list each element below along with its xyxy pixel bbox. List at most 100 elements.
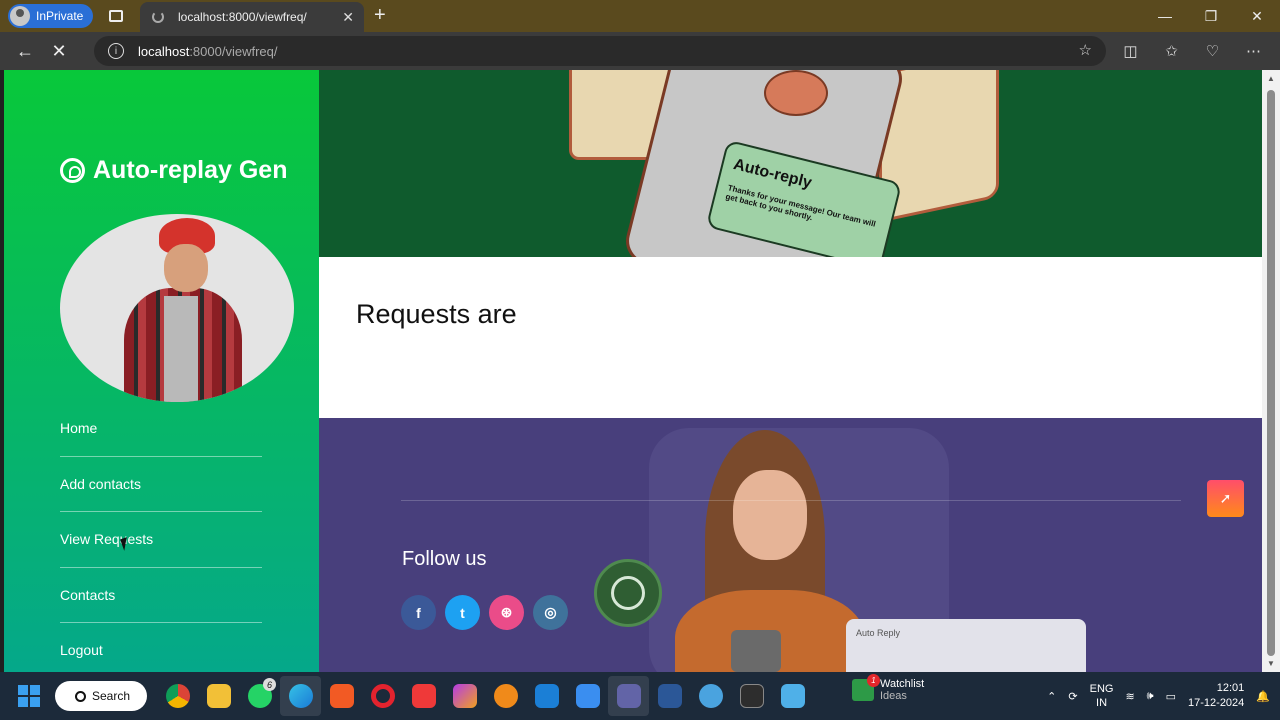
opera-icon[interactable] xyxy=(362,676,403,716)
woman-face xyxy=(733,470,807,560)
show-hidden-icons-icon[interactable]: ⌃ xyxy=(1047,690,1056,703)
auto-reply-chat-title: Auto Reply xyxy=(856,628,901,638)
restore-icon[interactable]: ❐ xyxy=(1188,0,1234,32)
more-menu-icon[interactable]: ⋯ xyxy=(1233,36,1274,66)
clock-time: 12:01 xyxy=(1216,682,1245,694)
language-code: ENG xyxy=(1089,683,1114,695)
weather-icon[interactable] xyxy=(690,676,731,716)
address-host: localhost xyxy=(138,43,190,59)
stop-loading-icon[interactable]: ✕ xyxy=(42,36,76,66)
brave-icon[interactable] xyxy=(321,676,362,716)
brand-name: Auto-replay Gen xyxy=(93,156,288,184)
whatsapp-badge: 6 xyxy=(263,678,276,691)
sidebar-item-add-contacts[interactable]: Add contacts xyxy=(60,457,262,512)
loading-spinner-icon xyxy=(152,11,164,23)
windows-taskbar: Search 6 1 Watchlist Ideas ⌃ ⟳ ENG IN ≋ xyxy=(0,672,1280,720)
watchlist-widget[interactable]: 1 Watchlist Ideas xyxy=(852,674,925,702)
page-scrollbar[interactable]: ▲ ▼ xyxy=(1262,70,1280,672)
instagram-icon[interactable]: ◎ xyxy=(533,595,568,630)
battery-icon[interactable]: ▭ xyxy=(1166,690,1176,703)
site-info-icon[interactable]: i xyxy=(108,43,124,59)
word-icon[interactable] xyxy=(649,676,690,716)
contact-avatar-graphic xyxy=(764,70,828,116)
teams-icon[interactable] xyxy=(608,676,649,716)
watchlist-badge: 1 xyxy=(867,674,880,687)
scrollbar-thumb[interactable] xyxy=(1267,90,1275,656)
vscode-icon[interactable] xyxy=(526,676,567,716)
clock-date: 17-12-2024 xyxy=(1188,697,1245,709)
close-window-icon[interactable]: ✕ xyxy=(1234,0,1280,32)
clock[interactable]: 12:01 17-12-2024 xyxy=(1188,681,1244,711)
edge-icon[interactable] xyxy=(280,676,321,716)
auto-reply-chat-card: Auto Reply xyxy=(846,619,1086,672)
chrome-icon[interactable] xyxy=(157,676,198,716)
file-explorer-icon[interactable] xyxy=(198,676,239,716)
terminal-icon[interactable] xyxy=(731,676,772,716)
brand[interactable]: Auto-replay Gen xyxy=(60,156,287,185)
split-screen-icon[interactable]: ◫ xyxy=(1110,36,1151,66)
scroll-up-icon[interactable]: ▲ xyxy=(1267,74,1275,83)
sync-icon[interactable]: ⟳ xyxy=(1068,690,1077,703)
social-links: f t ⊛ ◎ xyxy=(401,595,568,630)
footer: Follow us f t ⊛ ◎ Auto Reply xyxy=(319,418,1262,672)
avatar-shirt xyxy=(164,296,198,402)
sidebar-menu: Home Add contacts View Requests Contacts… xyxy=(60,401,262,672)
tab-actions-icon[interactable] xyxy=(109,10,124,22)
dribbble-icon[interactable]: ⊛ xyxy=(489,595,524,630)
scroll-down-icon[interactable]: ▼ xyxy=(1267,659,1275,668)
magnifier-app-icon[interactable] xyxy=(485,676,526,716)
sidebar-item-view-requests[interactable]: View Requests xyxy=(60,512,262,568)
browser-essentials-icon[interactable]: ♡ xyxy=(1192,36,1233,66)
volume-icon[interactable]: 🕪 xyxy=(1147,690,1154,703)
sidebar: Auto-replay Gen Home Add contacts View R… xyxy=(4,70,319,672)
inprivate-label: InPrivate xyxy=(36,9,84,23)
footer-divider xyxy=(401,500,1181,501)
close-tab-icon[interactable]: ✕ xyxy=(342,9,354,26)
system-tray: ⌃ ⟳ ENG IN ≋ 🕪 ▭ 12:01 17-12-2024 🔔 xyxy=(1047,672,1270,720)
profile-avatar xyxy=(60,214,294,402)
twitter-icon[interactable]: t xyxy=(445,595,480,630)
whatsapp-icon xyxy=(60,158,85,183)
taskbar-apps: 6 xyxy=(157,676,813,716)
new-tab-icon[interactable]: + xyxy=(374,4,386,27)
wifi-icon[interactable]: ≋ xyxy=(1125,690,1134,703)
page-title: Requests are xyxy=(356,299,517,329)
woman-phone xyxy=(731,630,781,672)
tab-title: localhost:8000/viewfreq/ xyxy=(178,10,307,24)
watchlist-subtitle: Ideas xyxy=(880,690,907,702)
notepad-icon[interactable] xyxy=(772,676,813,716)
address-bar[interactable]: i localhost:8000/viewfreq/ ☆ xyxy=(94,36,1106,66)
whatsapp-taskbar-icon[interactable]: 6 xyxy=(239,676,280,716)
back-to-top-button[interactable]: ➚ xyxy=(1207,480,1244,517)
taskbar-search-label: Search xyxy=(92,689,131,703)
region-code: IN xyxy=(1096,697,1108,709)
requests-section: Requests are xyxy=(319,257,1262,418)
taskbar-search[interactable]: Search xyxy=(55,681,147,711)
sidebar-item-logout[interactable]: Logout xyxy=(60,623,262,672)
facebook-icon[interactable]: f xyxy=(401,595,436,630)
search-icon xyxy=(75,690,86,702)
inprivate-badge[interactable]: InPrivate xyxy=(8,4,94,28)
follow-us-heading: Follow us xyxy=(402,548,487,570)
browser-toolbar: ← ✕ i localhost:8000/viewfreq/ ☆ ◫ ✩ ♡ ⋯ xyxy=(0,32,1280,70)
favorites-icon[interactable]: ✩ xyxy=(1151,36,1192,66)
windows-start-icon[interactable] xyxy=(18,685,40,707)
page-viewport: Auto-replay Gen Home Add contacts View R… xyxy=(4,70,1262,672)
snipping-tool-icon[interactable] xyxy=(567,676,608,716)
watchlist-title: Watchlist xyxy=(880,678,925,690)
hero-banner: Auto-reply Thanks for your message! Our … xyxy=(319,70,1262,257)
vivaldi-icon[interactable] xyxy=(403,676,444,716)
back-arrow-icon[interactable]: ← xyxy=(8,36,42,66)
favorite-star-icon[interactable]: ☆ xyxy=(1079,41,1092,59)
language-indicator[interactable]: ENG IN xyxy=(1090,682,1114,710)
minimize-icon[interactable]: — xyxy=(1142,0,1188,32)
window-controls: — ❐ ✕ xyxy=(1142,0,1280,32)
browser-title-bar: InPrivate localhost:8000/viewfreq/ ✕ + —… xyxy=(0,0,1280,32)
avatar-face xyxy=(164,244,208,292)
sidebar-item-contacts[interactable]: Contacts xyxy=(60,568,262,623)
browser-tab[interactable]: localhost:8000/viewfreq/ ✕ xyxy=(140,2,364,32)
notifications-icon[interactable]: 🔔 xyxy=(1256,690,1270,703)
paint-icon[interactable] xyxy=(444,676,485,716)
browser-tools: ◫ ✩ ♡ ⋯ xyxy=(1110,36,1274,66)
sidebar-item-home[interactable]: Home xyxy=(60,401,262,457)
